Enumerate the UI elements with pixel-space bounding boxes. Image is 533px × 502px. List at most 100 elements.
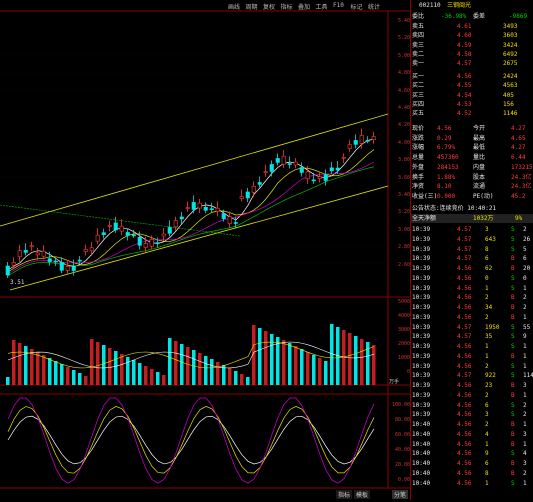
tab-template[interactable]: 模板: [354, 490, 371, 499]
stat-label: 内盘: [473, 163, 486, 171]
candle: [101, 232, 106, 235]
candle: [311, 179, 316, 182]
ask-volume: 3493: [503, 23, 518, 30]
tick-volume: 6: [485, 460, 489, 467]
tick-count: 3: [523, 430, 527, 438]
tick-volume: 8: [485, 245, 489, 253]
price-tick: 4.80: [397, 70, 410, 77]
tick-price: 4.57: [457, 226, 472, 233]
volume-bar: [234, 371, 238, 385]
tab-ticks[interactable]: 分笔: [392, 490, 409, 499]
tick-time: 10:39: [412, 411, 431, 419]
channel-lower-line[interactable]: [9, 185, 389, 291]
volume-bar: [132, 360, 136, 385]
tick-flag: S: [511, 245, 515, 253]
toolbar-7[interactable]: 标记: [351, 2, 363, 11]
toolbar-0[interactable]: 画线: [228, 2, 240, 11]
stat-label: 净资: [412, 183, 425, 191]
ask-volume: 3603: [503, 32, 518, 40]
candle: [125, 232, 130, 236]
volume-bar: [162, 375, 166, 385]
tick-volume: 6: [485, 401, 489, 409]
candle: [23, 250, 28, 253]
candle: [257, 182, 262, 185]
tick-count: 2: [523, 294, 527, 302]
tick-count: 3: [523, 382, 527, 389]
stock-code: 002110: [419, 2, 441, 9]
tick-row: 10:39 4.56 6 S 2: [411, 401, 533, 411]
candle: [233, 222, 238, 224]
volume-bar: [72, 370, 76, 385]
candle: [131, 234, 136, 237]
ask-volume: 2675: [503, 60, 518, 68]
candle: [209, 208, 214, 211]
volume-bar: [120, 354, 124, 385]
candle: [59, 261, 64, 271]
tick-price: 4.56: [457, 265, 472, 272]
stat-row: 涨幅 6.79% 最低 4.27: [411, 143, 533, 152]
kdj-tick: 20.00: [394, 462, 410, 468]
stat-value: 24.3亿: [511, 183, 532, 191]
tick-volume: 23: [485, 382, 493, 389]
volume-bar: [354, 336, 358, 385]
tick-time: 10:39: [412, 391, 431, 399]
price-tick: 2.80: [397, 244, 410, 251]
tick-price: 4.57: [457, 245, 472, 253]
toolbar-3[interactable]: 指标: [281, 2, 293, 11]
volume-bar: [84, 376, 88, 385]
tick-volume: 1: [485, 284, 489, 292]
tick-row: 10:40 4.56 1 S 1: [411, 479, 533, 489]
tick-count: 1: [523, 343, 527, 350]
bid-price: 4.56: [457, 73, 472, 80]
tick-time: 10:39: [412, 245, 431, 253]
tick-price: 4.57: [457, 235, 472, 243]
candle: [137, 237, 142, 246]
toolbar-6[interactable]: F10: [333, 2, 344, 9]
candle: [167, 227, 172, 234]
tick-row: 10:40 4.56 4 B 3: [411, 430, 533, 440]
toolbar-8[interactable]: 统计: [368, 2, 380, 11]
tick-time: 10:39: [412, 362, 431, 370]
volume-bar: [318, 358, 322, 385]
bid-row: 买四 4.53 156: [411, 100, 533, 109]
volume-bar: [12, 340, 16, 385]
tick-flag: B: [511, 430, 515, 438]
stat-label: 换手: [412, 173, 425, 181]
candle: [113, 222, 118, 231]
tab-indicator[interactable]: 指标: [336, 490, 353, 499]
kline-chart-area[interactable]: 画线 周期 复权 指标 叠加 工具 F10 标记 统计 5.40 5.20 5.00 4.80 4.60…: [0, 0, 410, 500]
candle: [347, 144, 352, 149]
tick-price: 4.56: [457, 421, 472, 428]
stat-label: 涨跌: [412, 134, 425, 142]
price-tick: 3.40: [397, 192, 410, 198]
toolbar-4[interactable]: 叠加: [298, 2, 310, 11]
toolbar-5[interactable]: 工具: [316, 2, 328, 11]
tick-price: 4.56: [457, 450, 472, 458]
candle: [317, 176, 322, 179]
bid-row: 买一 4.56 2424: [411, 72, 533, 81]
tick-count: 2: [523, 401, 527, 409]
tick-volume: 1: [485, 343, 489, 350]
toolbar-1[interactable]: 周期: [246, 2, 258, 11]
volume-bar: [198, 353, 202, 385]
stat-value: 4.27: [511, 144, 526, 152]
volume-bar: [108, 348, 112, 385]
tick-volume: 8: [485, 469, 489, 477]
tick-time: 10:39: [412, 284, 431, 292]
ask-price: 4.61: [457, 23, 472, 30]
chart-canvas[interactable]: [0, 0, 410, 500]
volume-bar: [264, 331, 268, 385]
volume-bar: [216, 362, 220, 385]
candle: [53, 260, 58, 263]
candle: [371, 136, 376, 141]
tick-time: 10:39: [412, 274, 431, 282]
volume-bar: [66, 367, 70, 385]
tick-flag: S: [511, 401, 515, 409]
volume-bar: [150, 369, 154, 385]
stat-value: 0.000: [437, 192, 456, 200]
tick-price: 4.56: [457, 313, 472, 321]
tick-flag: B: [511, 255, 515, 263]
toolbar-2[interactable]: 复权: [263, 2, 275, 11]
candle: [269, 164, 274, 172]
candle: [29, 245, 34, 248]
